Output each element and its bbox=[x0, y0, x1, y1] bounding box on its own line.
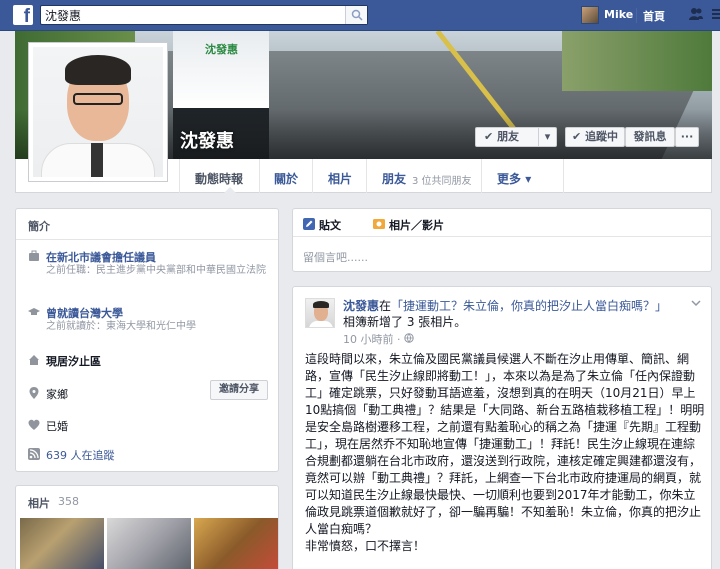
more-icon[interactable] bbox=[710, 6, 720, 22]
photos-card-title[interactable]: 相片 bbox=[28, 495, 50, 511]
tab-divider bbox=[563, 159, 564, 193]
followers-link[interactable]: 639 人在追蹤 bbox=[46, 447, 115, 463]
about-followers: 639 人在追蹤 bbox=[28, 447, 273, 463]
profile-name[interactable]: 沈發惠 bbox=[180, 127, 234, 153]
search-box bbox=[40, 5, 368, 25]
profile-photo-hair bbox=[65, 55, 131, 85]
cover-trees-right bbox=[562, 31, 712, 91]
tab-about[interactable]: 關於 bbox=[274, 170, 298, 187]
about-card: 簡介 在新北市議會擔任議員 之前任職：民主進步黨中央黨部和中華民國立法院 曾就讀… bbox=[15, 208, 279, 472]
about-card-title: 簡介 bbox=[28, 220, 50, 233]
tab-divider bbox=[312, 159, 313, 193]
education-link[interactable]: 曾就讀台灣大學 bbox=[46, 305, 123, 321]
post-in-text: 在 bbox=[379, 299, 392, 313]
search-icon bbox=[351, 9, 363, 21]
globe-icon bbox=[404, 333, 414, 343]
message-button[interactable]: 發訊息 bbox=[625, 127, 675, 147]
location-pin-icon bbox=[29, 387, 39, 399]
post-time-text: 10 小時前 · bbox=[343, 333, 404, 346]
post-header: 沈發惠在「捷運動工？朱立倫，你真的把汐止人當白痴嗎？」 相簿新增了 3 張相片。 bbox=[343, 298, 703, 330]
home-link[interactable]: 首頁 bbox=[643, 8, 665, 24]
about-relationship: 已婚 bbox=[28, 418, 273, 434]
facebook-logo[interactable]: f bbox=[13, 5, 33, 25]
chevron-down-icon: ▾ bbox=[525, 172, 532, 186]
composer-divider bbox=[293, 236, 711, 237]
tab-timeline[interactable]: 動態時報 bbox=[195, 170, 243, 187]
work-previous: 之前任職：民主進步黨中央黨部和中華民國立法院 bbox=[46, 265, 266, 276]
profile-picture[interactable] bbox=[28, 42, 168, 182]
search-button[interactable] bbox=[345, 6, 367, 24]
profile-photo-tie bbox=[91, 143, 103, 177]
home-icon bbox=[29, 355, 39, 365]
graduation-cap-icon bbox=[28, 308, 40, 315]
post-timestamp[interactable]: 10 小時前 · bbox=[343, 331, 414, 347]
avatar-hair bbox=[313, 301, 329, 308]
relationship-status: 已婚 bbox=[46, 420, 68, 433]
work-link[interactable]: 在新北市議會擔任議員 bbox=[46, 249, 156, 265]
active-tab-indicator bbox=[224, 187, 236, 193]
composer-input[interactable]: 留個言吧...... bbox=[303, 249, 368, 265]
friend-requests-icon[interactable] bbox=[688, 6, 704, 22]
user-avatar[interactable] bbox=[581, 6, 599, 24]
briefcase-icon bbox=[29, 250, 39, 261]
about-education: 曾就讀台灣大學 之前就讀於：東海大學和光仁中學 bbox=[28, 305, 273, 335]
friends-button[interactable]: ✔ 朋友 ▾ bbox=[475, 127, 557, 147]
hometown-label: 家鄉 bbox=[46, 388, 68, 401]
profile-photo bbox=[33, 47, 163, 177]
about-current-city: 現居汐止區 bbox=[28, 353, 273, 369]
card-divider bbox=[16, 239, 278, 240]
photos-count: 358 bbox=[58, 495, 79, 508]
avatar-shirt bbox=[309, 321, 333, 327]
profile-photo-glasses bbox=[73, 93, 123, 105]
composer-tab-status[interactable]: 貼文 bbox=[319, 217, 341, 233]
photo-camera-icon bbox=[373, 219, 385, 229]
education-previous: 之前就讀於：東海大學和光仁中學 bbox=[46, 321, 196, 332]
post-author-avatar[interactable] bbox=[305, 298, 335, 328]
user-name-link[interactable]: Mike bbox=[604, 8, 633, 21]
tab-friends[interactable]: 朋友 bbox=[382, 170, 406, 187]
top-navigation-bar: f Mike 首頁 bbox=[0, 0, 720, 31]
friends-button-label: 朋友 bbox=[497, 130, 520, 143]
tab-divider bbox=[179, 159, 180, 193]
about-work: 在新北市議會擔任議員 之前任職：民主進步黨中央黨部和中華民國立法院 bbox=[28, 249, 273, 293]
current-city[interactable]: 現居汐止區 bbox=[46, 353, 101, 369]
status-pencil-icon bbox=[303, 218, 315, 230]
rss-icon bbox=[28, 448, 40, 460]
tab-more-label: 更多 bbox=[497, 172, 522, 186]
post-composer: 貼文 相片／影片 留個言吧...... bbox=[292, 208, 712, 272]
check-icon: ✔ bbox=[484, 130, 494, 143]
chevron-down-icon: ▾ bbox=[538, 128, 556, 146]
composer-tab-photo[interactable]: 相片／影片 bbox=[389, 217, 444, 233]
post-body: 這段時間以來，朱立倫及國民黨議員候選人不斷在汐止用傳單、簡訊、網路，宣傳「民生汐… bbox=[305, 351, 705, 555]
post-closing-text: 非常憤怒，口不擇言！ bbox=[305, 539, 426, 553]
invite-share-button[interactable]: 邀請分享 bbox=[210, 380, 268, 400]
tab-photos[interactable]: 相片 bbox=[328, 170, 352, 187]
check-icon: ✔ bbox=[572, 130, 582, 143]
following-button[interactable]: ✔ 追蹤中 bbox=[565, 127, 625, 147]
tab-more[interactable]: 更多 ▾ bbox=[497, 170, 531, 187]
cover-shirt-text: 沈發惠 bbox=[205, 43, 238, 56]
mutual-friends-count: 3 位共同朋友 bbox=[412, 176, 472, 187]
post-body-text: 這段時間以來，朱立倫及國民黨議員候選人不斷在汐止用傳單、簡訊、網路，宣傳「民生汐… bbox=[305, 352, 705, 536]
following-button-label: 追蹤中 bbox=[585, 130, 619, 143]
chevron-down-icon[interactable] bbox=[691, 298, 701, 308]
post-added-text: 相簿新增了 3 張相片。 bbox=[343, 315, 467, 329]
nav-divider bbox=[636, 8, 637, 23]
photo-thumbnail[interactable] bbox=[107, 518, 191, 569]
search-input[interactable] bbox=[41, 6, 341, 24]
post-album-link[interactable]: 「捷運動工？朱立倫，你真的把汐止人當白痴嗎？」 bbox=[391, 299, 667, 313]
tab-divider bbox=[366, 159, 367, 193]
more-actions-button[interactable]: ··· bbox=[675, 127, 699, 147]
photo-thumbnail[interactable] bbox=[20, 518, 104, 569]
post-author-link[interactable]: 沈發惠 bbox=[343, 299, 379, 313]
timeline-post: 沈發惠在「捷運動工？朱立倫，你真的把汐止人當白痴嗎？」 相簿新增了 3 張相片。… bbox=[292, 286, 712, 569]
heart-icon bbox=[28, 419, 40, 430]
photo-thumbnail[interactable] bbox=[194, 518, 278, 569]
tab-divider bbox=[259, 159, 260, 193]
tab-divider bbox=[481, 159, 482, 193]
photos-card: 相片 358 bbox=[15, 485, 279, 569]
